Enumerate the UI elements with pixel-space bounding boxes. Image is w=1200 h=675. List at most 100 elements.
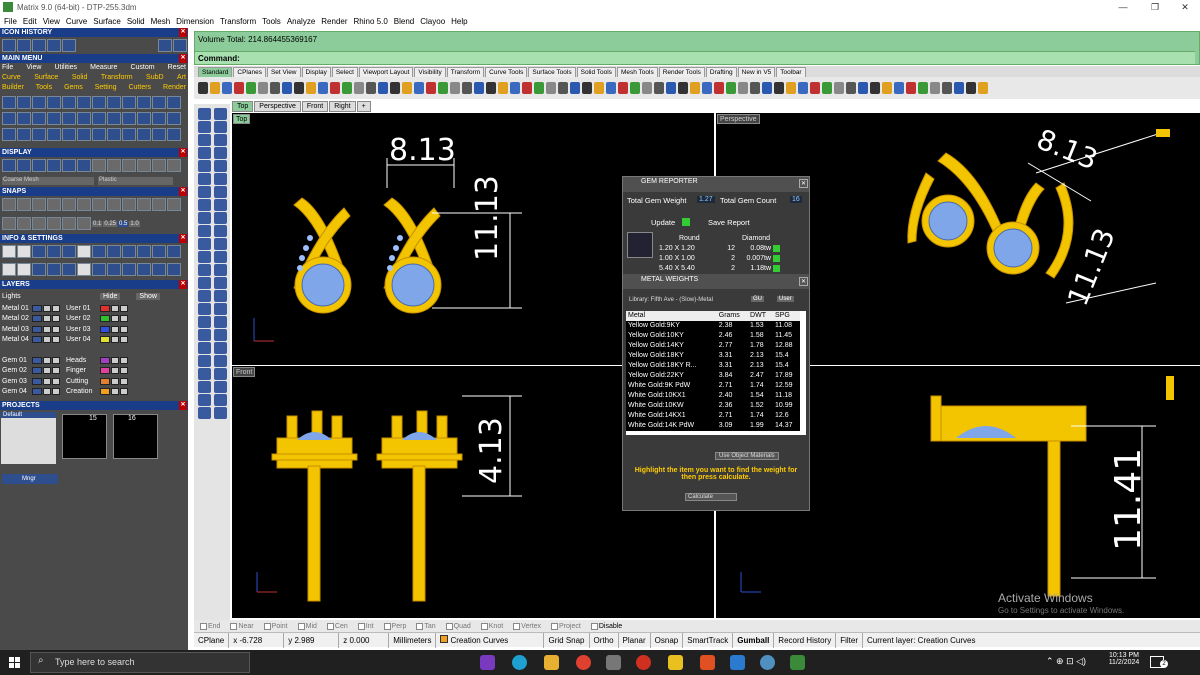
gem-select-icon[interactable] — [773, 245, 780, 252]
close-icon[interactable]: ✕ — [179, 54, 187, 63]
info-icon[interactable] — [47, 263, 61, 276]
vertical-tool-icon[interactable] — [198, 264, 211, 276]
toolbar-tool-icon[interactable] — [402, 82, 412, 94]
tool-icon[interactable] — [62, 128, 76, 141]
toolbar-tab[interactable]: Display — [301, 67, 331, 77]
info-icon[interactable] — [32, 245, 46, 258]
display-mode-icon[interactable] — [62, 159, 76, 172]
menu-transform[interactable]: Transform — [220, 17, 256, 26]
vertical-tool-icon[interactable] — [214, 134, 227, 146]
info-icon[interactable] — [77, 245, 91, 258]
toolbar-tab[interactable]: Viewport Layout — [358, 67, 414, 77]
toolbar-tab[interactable]: Select — [331, 67, 358, 77]
app-icon[interactable] — [668, 655, 683, 670]
snap-icon[interactable] — [17, 198, 31, 211]
tool-icon[interactable] — [122, 128, 136, 141]
info-icon[interactable] — [122, 245, 136, 258]
metal-row[interactable]: White Gold:14K PdW 3.09 1.99 14.37 — [626, 421, 800, 431]
main-menu-cutters[interactable]: Cutters — [128, 84, 151, 91]
info-icon[interactable] — [92, 245, 106, 258]
toolbar-tool-icon[interactable] — [690, 82, 700, 94]
toolbar-tool-icon[interactable] — [546, 82, 556, 94]
close-button[interactable]: ✕ — [1170, 0, 1200, 14]
toolbar-tool-icon[interactable] — [462, 82, 472, 94]
close-icon[interactable]: ✕ — [799, 277, 808, 286]
vertical-tool-icon[interactable] — [214, 394, 227, 406]
main-menu-utilities[interactable]: Utilities — [54, 64, 77, 71]
tool-icon[interactable] — [2, 128, 16, 141]
layer-visibility-icon[interactable] — [43, 336, 51, 344]
checkbox-icon[interactable] — [416, 622, 424, 630]
layer-color[interactable] — [32, 388, 42, 396]
tool-icon[interactable] — [17, 96, 31, 109]
osnap-option[interactable]: Point — [263, 622, 288, 630]
project-thumb-16[interactable]: 16 — [113, 414, 158, 459]
osnap-option[interactable]: Tan — [416, 622, 436, 630]
vertical-tool-icon[interactable] — [214, 407, 227, 419]
menu-render[interactable]: Render — [321, 17, 347, 26]
tool-icon[interactable] — [152, 112, 166, 125]
layer-lock-icon[interactable] — [52, 367, 60, 375]
layer-name[interactable]: Creation — [66, 388, 98, 395]
close-icon[interactable]: ✕ — [179, 234, 187, 243]
toolbar-tab[interactable]: Standard — [198, 67, 233, 77]
matrix-taskbar-icon[interactable] — [790, 655, 805, 670]
ortho-toggle[interactable]: Ortho — [590, 632, 619, 648]
info-icon[interactable] — [152, 245, 166, 258]
snap-icon[interactable] — [47, 217, 61, 230]
layer-name[interactable]: Cutting — [66, 378, 98, 385]
main-menu-view[interactable]: View — [26, 64, 41, 71]
layer-visibility-icon[interactable] — [111, 367, 119, 375]
vertical-tool-icon[interactable] — [214, 303, 227, 315]
app-icon[interactable] — [636, 655, 651, 670]
toolbar-tool-icon[interactable] — [834, 82, 844, 94]
tool-icon[interactable] — [152, 128, 166, 141]
units-label[interactable]: Millimeters — [389, 632, 437, 648]
menu-dimension[interactable]: Dimension — [176, 17, 214, 26]
layer-lock-icon[interactable] — [120, 367, 128, 375]
tool-icon[interactable] — [17, 112, 31, 125]
clock[interactable]: 10:13 PM 11/2/2024 — [1104, 652, 1144, 666]
windows-start-icon[interactable] — [9, 657, 20, 668]
layer-visibility-icon[interactable] — [43, 325, 51, 333]
layer-row[interactable]: Metal 04 User 04 — [2, 335, 128, 344]
layer-color[interactable] — [32, 377, 42, 385]
toolbar-tool-icon[interactable] — [798, 82, 808, 94]
tool-icon[interactable] — [137, 128, 151, 141]
toolbar-tab[interactable]: Render Tools — [658, 67, 705, 77]
tool-icon[interactable] — [62, 96, 76, 109]
snap-icon[interactable] — [32, 217, 46, 230]
layer-color[interactable] — [32, 305, 42, 312]
vertical-tool-icon[interactable] — [198, 186, 211, 198]
tool-icon[interactable] — [32, 96, 46, 109]
osnap-option[interactable]: Disable — [590, 622, 622, 630]
layer-name[interactable]: Metal 02 — [2, 315, 30, 322]
tool-icon[interactable] — [167, 128, 181, 141]
toolbar-tool-icon[interactable] — [822, 82, 832, 94]
metal-table-header[interactable]: SPG — [773, 311, 800, 321]
snap-icon[interactable] — [47, 198, 61, 211]
layer-name[interactable]: Metal 04 — [2, 336, 30, 343]
tool-icon[interactable] — [47, 112, 61, 125]
layer-indicator[interactable]: Creation Curves — [436, 632, 545, 648]
gem-select-icon[interactable] — [773, 255, 780, 262]
toolbar-tool-icon[interactable] — [786, 82, 796, 94]
layer-lock-icon[interactable] — [52, 336, 60, 344]
toolbar-tool-icon[interactable] — [666, 82, 676, 94]
layer-row[interactable]: Metal 03 User 03 — [2, 325, 128, 334]
calculate-button[interactable]: Calculate — [685, 493, 737, 501]
toolbar-tool-icon[interactable] — [894, 82, 904, 94]
material-select[interactable]: Plastic — [98, 177, 173, 185]
toolbar-tool-icon[interactable] — [294, 82, 304, 94]
menu-blend[interactable]: Blend — [394, 17, 414, 26]
vertical-tool-icon[interactable] — [198, 160, 211, 172]
toolbar-tool-icon[interactable] — [738, 82, 748, 94]
toolbar-tool-icon[interactable] — [534, 82, 544, 94]
main-menu-tools[interactable]: Tools — [36, 84, 52, 91]
layer-name[interactable]: Metal 01 — [2, 305, 30, 312]
app-icon[interactable] — [606, 655, 621, 670]
history-tool-icon[interactable] — [47, 39, 61, 52]
file-explorer-icon[interactable] — [544, 655, 559, 670]
vertical-tool-icon[interactable] — [198, 355, 211, 367]
vertical-tool-icon[interactable] — [198, 303, 211, 315]
